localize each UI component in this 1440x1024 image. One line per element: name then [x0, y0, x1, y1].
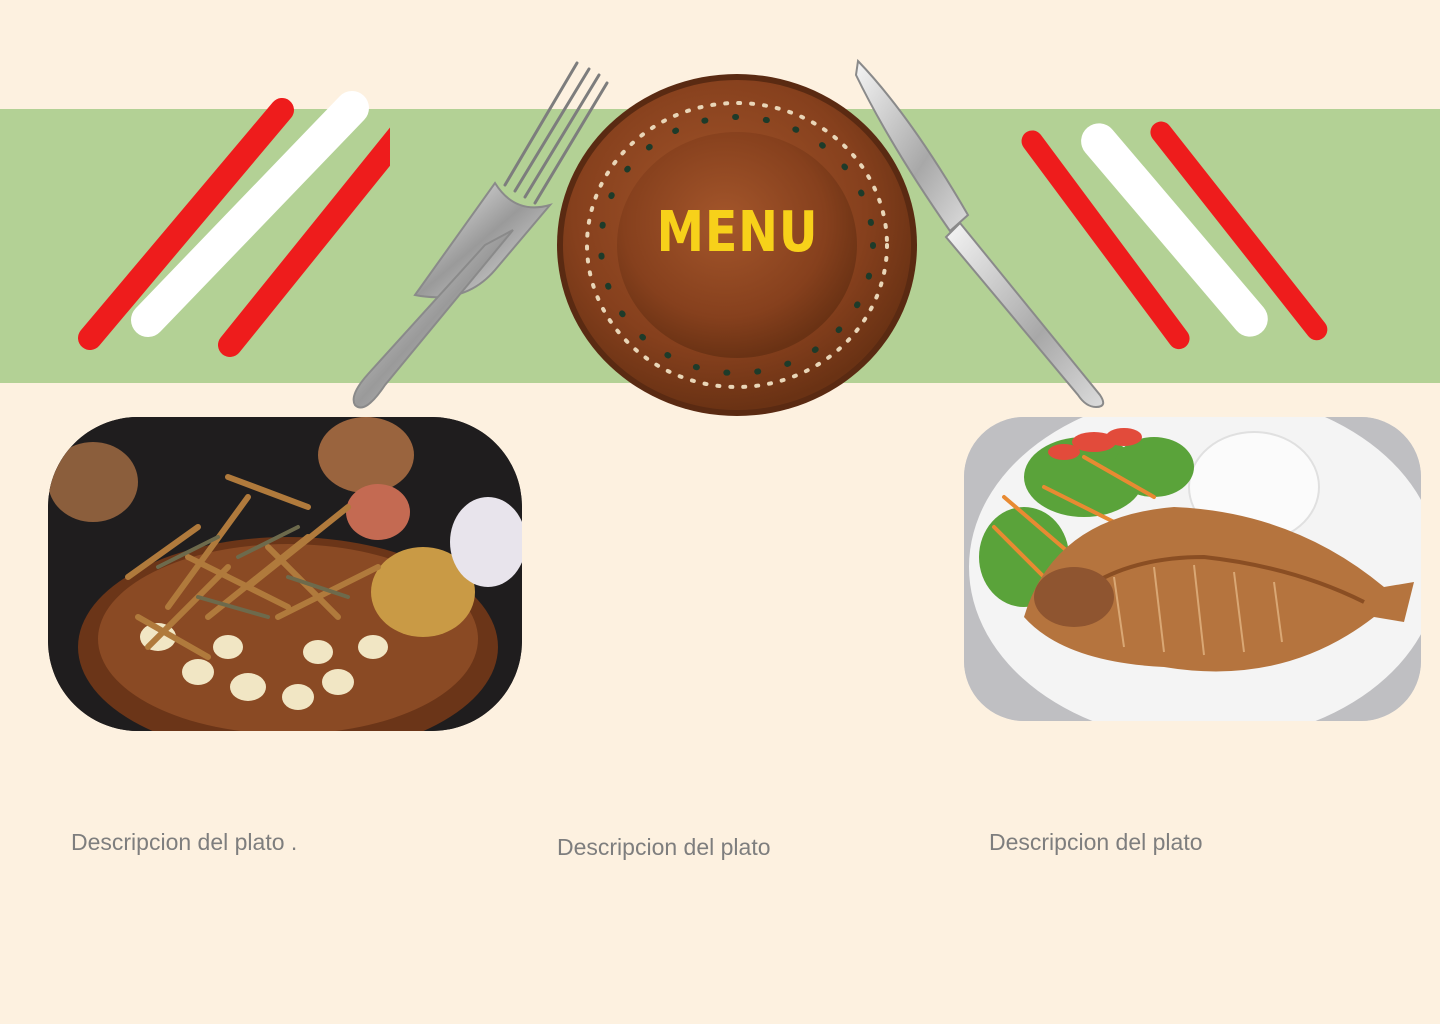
dish-description-1: Descripcion del plato .: [71, 829, 298, 855]
fried-fish-photo: [964, 417, 1421, 721]
peru-flag-left-icon: [78, 91, 390, 357]
dish-description-2: Descripcion del plato: [557, 834, 771, 860]
dish-description-3: Descripcion del plato: [989, 829, 1203, 855]
fried-anchovies-photo: [48, 417, 522, 731]
knife-icon: [854, 58, 1105, 409]
menu-title: MENU: [656, 200, 819, 265]
